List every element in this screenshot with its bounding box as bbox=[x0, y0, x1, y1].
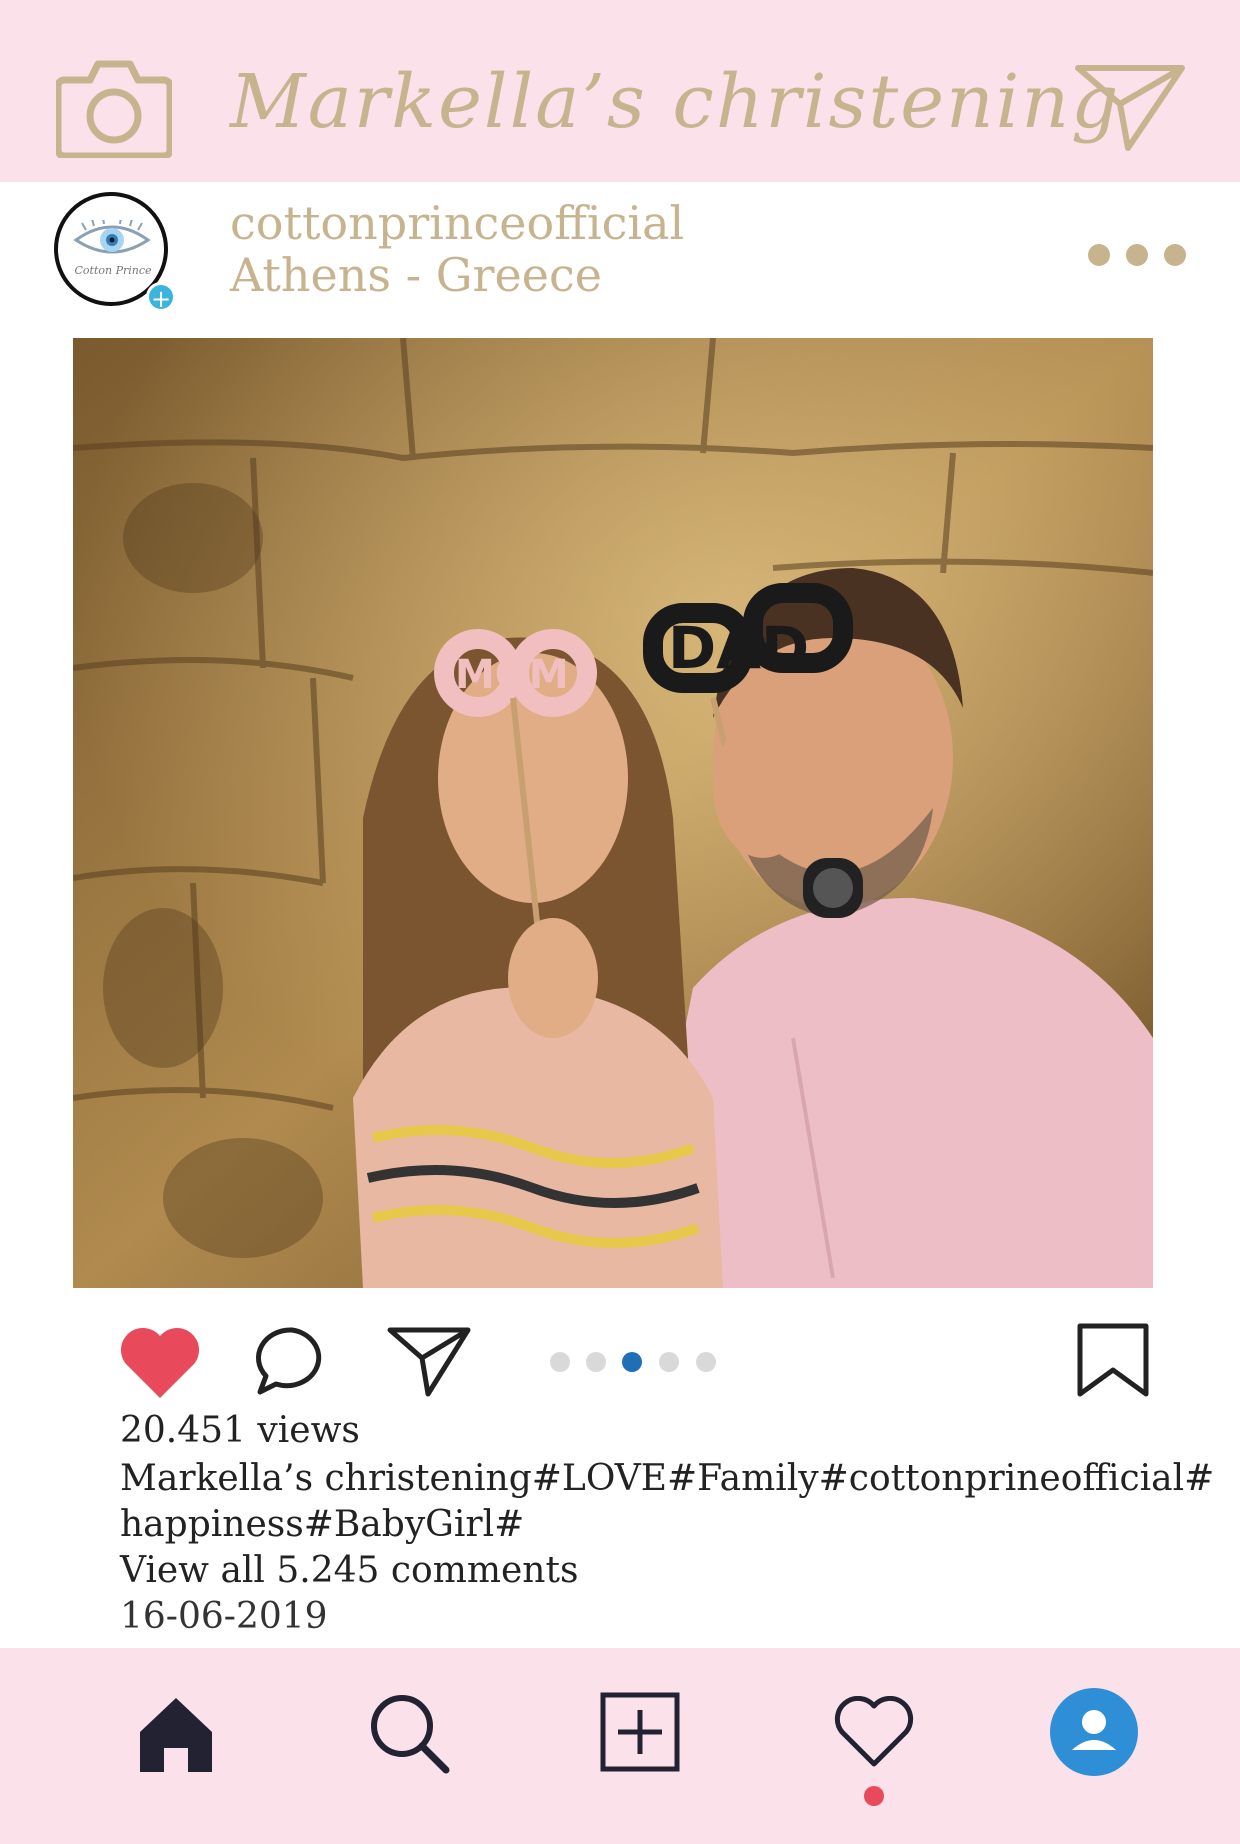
profile-icon[interactable] bbox=[1050, 1688, 1138, 1776]
action-bar bbox=[0, 1318, 1240, 1398]
carousel-dot bbox=[586, 1352, 606, 1372]
like-heart-icon[interactable] bbox=[118, 1328, 202, 1400]
carousel-dot bbox=[550, 1352, 570, 1372]
svg-text:MOM: MOM bbox=[455, 652, 569, 698]
caption-line: Markella’s christening#LOVE#Family#cotto… bbox=[120, 1458, 1215, 1499]
paper-plane-icon[interactable] bbox=[1074, 62, 1186, 154]
add-post-icon[interactable] bbox=[600, 1692, 680, 1772]
carousel-dot-active bbox=[622, 1352, 642, 1372]
camera-icon[interactable] bbox=[56, 50, 172, 158]
location[interactable]: Athens - Greece bbox=[230, 248, 602, 302]
notification-dot bbox=[864, 1786, 884, 1806]
share-icon[interactable] bbox=[386, 1324, 472, 1398]
page-title: Markella’s christening bbox=[230, 59, 1121, 145]
evil-eye-logo bbox=[73, 220, 151, 254]
svg-text:DAD: DAD bbox=[668, 614, 809, 682]
view-count: 20.451 views bbox=[120, 1410, 360, 1451]
view-comments-link[interactable]: View all 5.245 comments bbox=[120, 1550, 1160, 1591]
username[interactable]: cottonprinceofficial bbox=[230, 196, 684, 250]
heart-icon[interactable] bbox=[834, 1696, 914, 1768]
bookmark-icon[interactable] bbox=[1076, 1322, 1150, 1398]
caption-line: happiness#BabyGirl# bbox=[120, 1504, 525, 1545]
plus-icon[interactable]: + bbox=[146, 282, 176, 313]
top-bar: Markella’s christening bbox=[0, 0, 1240, 182]
post-date: 16-06-2019 bbox=[120, 1596, 328, 1637]
more-dots-icon[interactable] bbox=[1088, 244, 1188, 268]
carousel-dot bbox=[696, 1352, 716, 1372]
post-photo[interactable]: MOM DAD bbox=[73, 338, 1153, 1288]
comment-icon[interactable] bbox=[254, 1324, 330, 1398]
home-icon[interactable] bbox=[134, 1692, 218, 1776]
carousel-dot bbox=[659, 1352, 679, 1372]
carousel-indicator bbox=[550, 1352, 720, 1372]
search-icon[interactable] bbox=[366, 1690, 452, 1776]
bottom-nav bbox=[0, 1648, 1240, 1844]
avatar-brand: Cotton Prince bbox=[74, 264, 152, 277]
